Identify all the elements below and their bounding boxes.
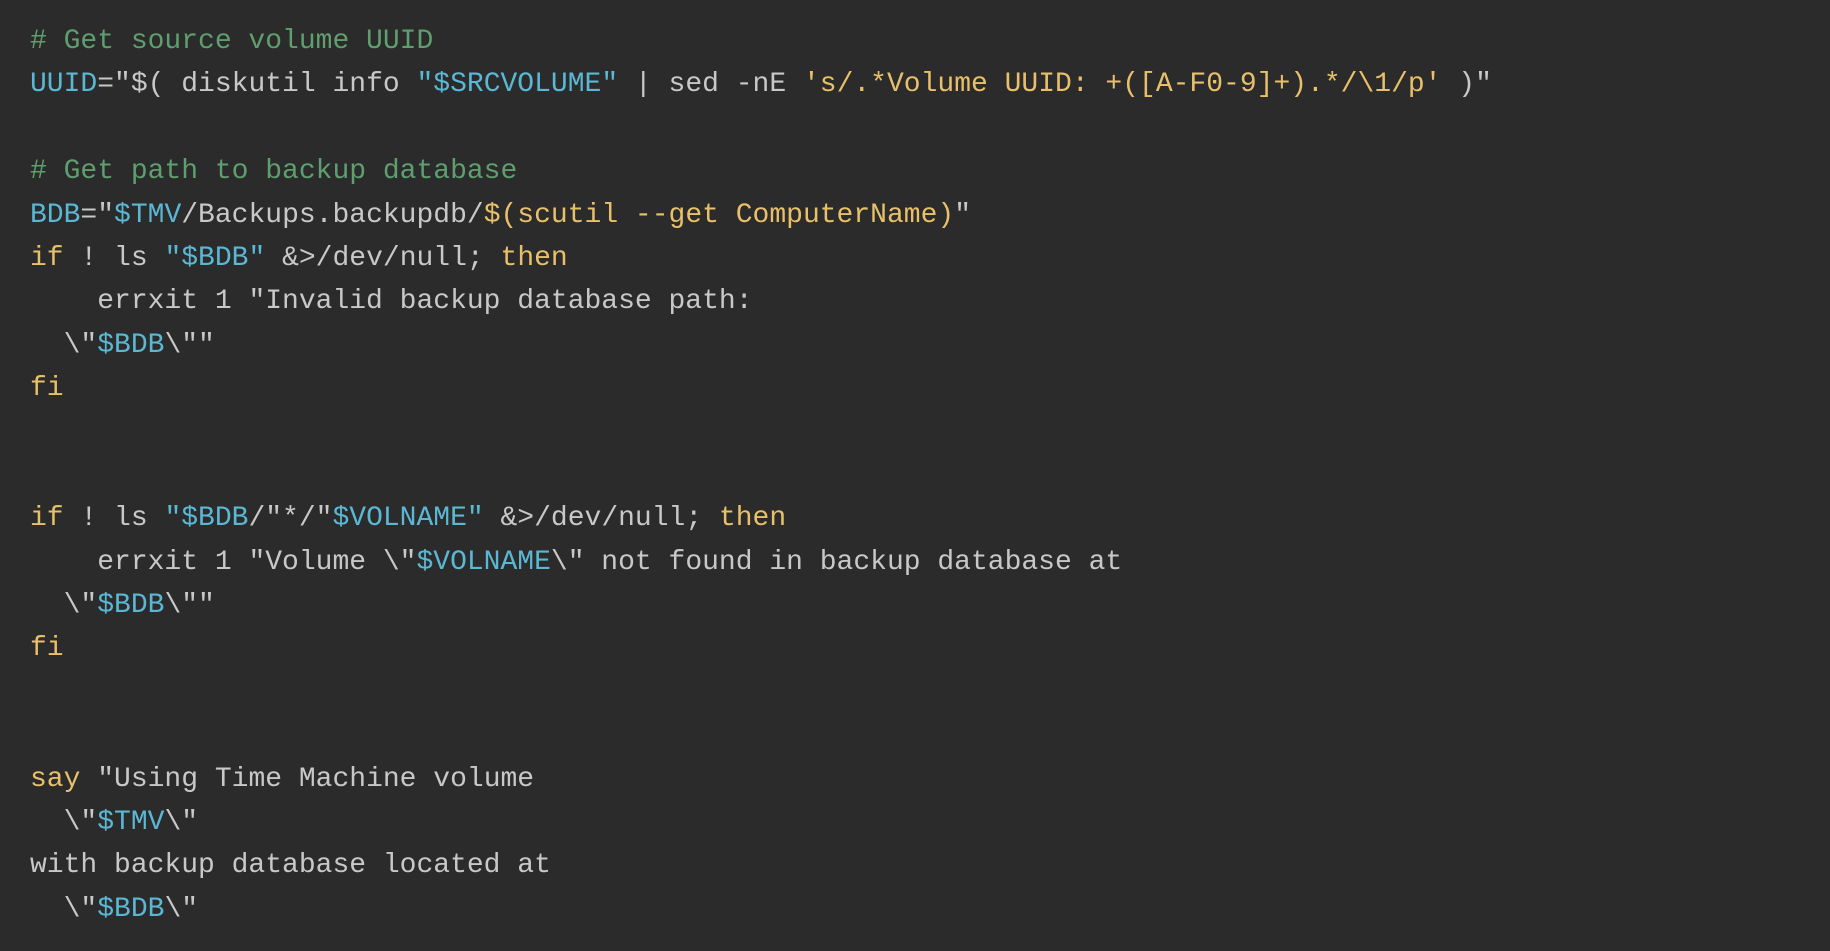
code-token: &>/dev/null; (484, 503, 719, 534)
code-token: "$SRCVOLUME" (416, 69, 618, 100)
code-token: \" (30, 330, 97, 361)
code-editor: # Get source volume UUID UUID="$( diskuti… (30, 20, 1800, 931)
code-line: with backup database located at (30, 844, 1800, 887)
code-token: \" (164, 807, 198, 838)
code-token: errxit 1 (30, 286, 248, 317)
code-line: if ! ls "$BDB/"*/"$VOLNAME" &>/dev/null;… (30, 497, 1800, 540)
code-line (30, 454, 1800, 497)
code-token: \" (164, 894, 198, 925)
code-line: \"$BDB\"" (30, 324, 1800, 367)
code-token: "Using Time Machine volume (80, 764, 534, 795)
code-token: then (719, 503, 786, 534)
code-line: errxit 1 "Volume \"$VOLNAME\" not found … (30, 541, 1800, 584)
code-token: say (30, 764, 80, 795)
code-token: # Get source volume UUID (30, 26, 433, 57)
code-line: \"$BDB\" (30, 888, 1800, 931)
code-token: if (30, 243, 64, 274)
code-token: \"" (164, 590, 214, 621)
code-line: fi (30, 367, 1800, 410)
code-line (30, 714, 1800, 757)
code-token: \" (551, 547, 585, 578)
code-token: )" (1441, 69, 1491, 100)
code-token: not found in backup database at (585, 547, 1123, 578)
code-token: with backup database located at (30, 850, 551, 881)
code-token: "Invalid backup database path: (248, 286, 752, 317)
code-line: BDB="$TMV/Backups.backupdb/$(scutil --ge… (30, 194, 1800, 237)
code-line (30, 671, 1800, 714)
code-token: ! ls (64, 243, 165, 274)
code-token: $TMV (97, 807, 164, 838)
code-line: errxit 1 "Invalid backup database path: (30, 280, 1800, 323)
code-line: if ! ls "$BDB" &>/dev/null; then (30, 237, 1800, 280)
code-line (30, 411, 1800, 454)
code-token: errxit 1 (30, 547, 248, 578)
code-token: | sed -nE (618, 69, 803, 100)
code-token: /"*/" (248, 503, 332, 534)
code-line: \"$TMV\" (30, 801, 1800, 844)
code-token: /Backups.backupdb/ (181, 200, 483, 231)
code-token: $VOLNAME" (332, 503, 483, 534)
code-token: fi (30, 373, 64, 404)
code-line (30, 107, 1800, 150)
code-token: \"" (164, 330, 214, 361)
code-token: \" (30, 590, 97, 621)
code-token: $TMV (114, 200, 181, 231)
code-token: "$BDB" (164, 243, 265, 274)
code-token: 's/.*Volume UUID: +([A-F0-9]+).*/\1/p' (803, 69, 1442, 100)
code-token: if (30, 503, 64, 534)
code-token: UUID (30, 69, 97, 100)
code-line: \"$BDB\"" (30, 584, 1800, 627)
code-token: "$BDB (164, 503, 248, 534)
code-line: fi (30, 627, 1800, 670)
code-token: ="$( diskutil info (97, 69, 416, 100)
code-token: ! ls (64, 503, 165, 534)
code-token: &>/dev/null; (265, 243, 500, 274)
code-token: \" (30, 894, 97, 925)
code-token: $BDB (97, 590, 164, 621)
code-line: # Get path to backup database (30, 150, 1800, 193)
code-token: "Volume \" (248, 547, 416, 578)
code-token: $BDB (97, 894, 164, 925)
code-line: UUID="$( diskutil info "$SRCVOLUME" | se… (30, 63, 1800, 106)
code-line: say "Using Time Machine volume (30, 758, 1800, 801)
code-line: # Get source volume UUID (30, 20, 1800, 63)
code-token: \" (30, 807, 97, 838)
code-token: $VOLNAME (416, 547, 550, 578)
code-token: # Get path to backup database (30, 156, 517, 187)
code-token: $(scutil --get ComputerName) (484, 200, 954, 231)
code-token: =" (80, 200, 114, 231)
code-token: then (501, 243, 568, 274)
code-token: $BDB (97, 330, 164, 361)
code-token: BDB (30, 200, 80, 231)
code-token: " (954, 200, 971, 231)
code-token: fi (30, 633, 64, 664)
